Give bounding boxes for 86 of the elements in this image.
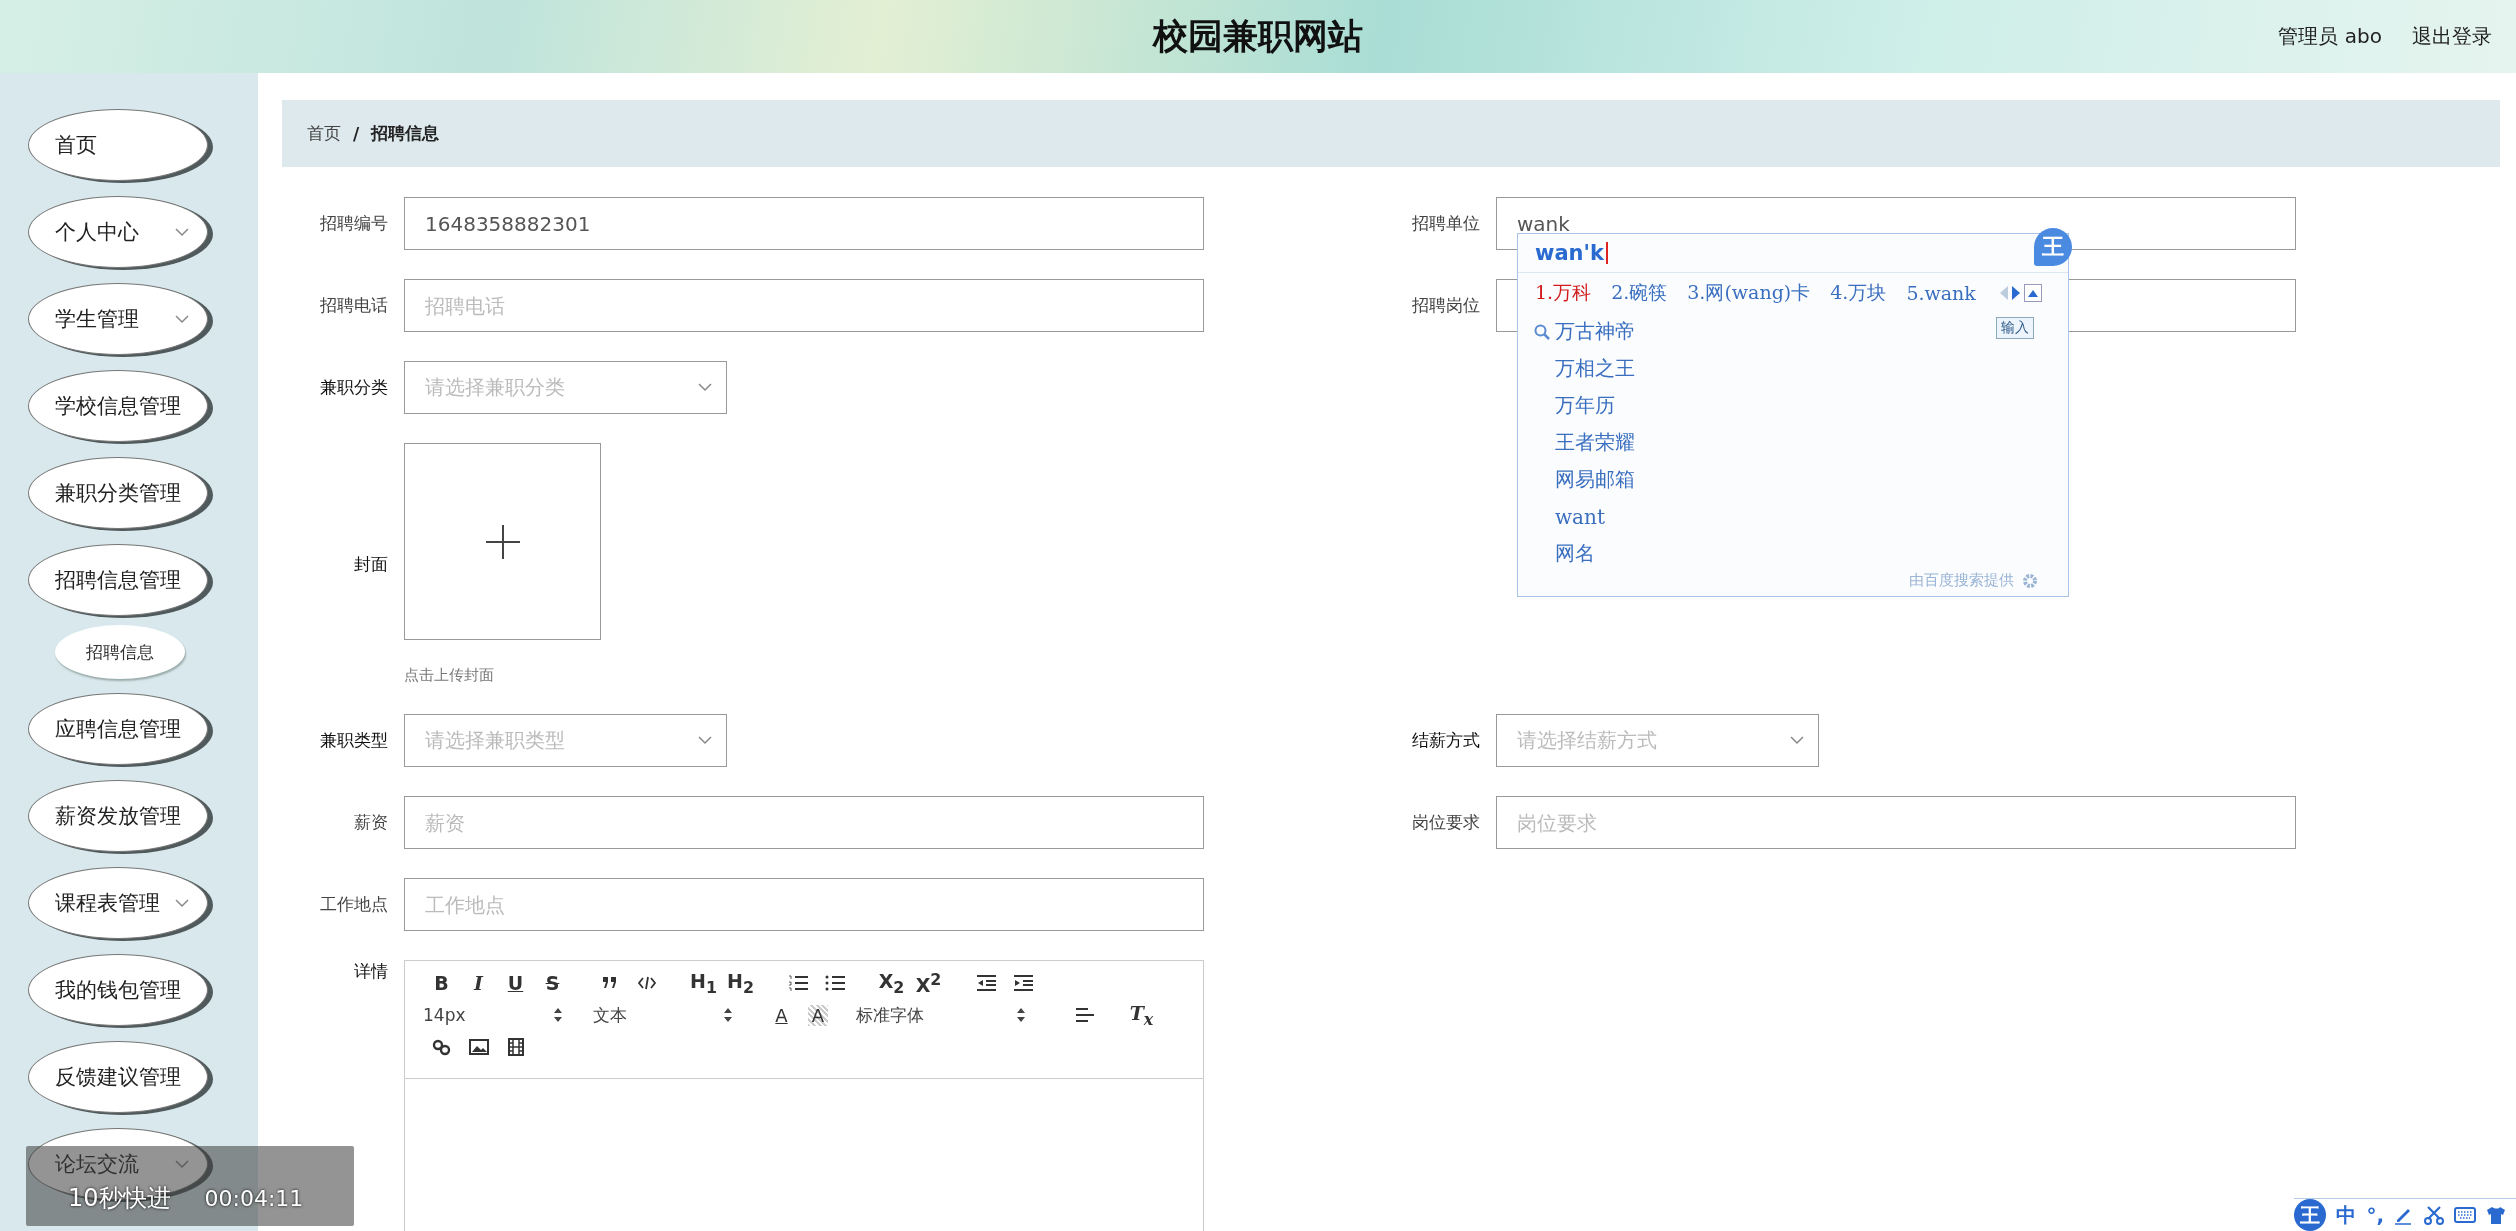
ime-suggestion[interactable]: 万古神帝 — [1555, 318, 1635, 345]
field-label: 封面 — [353, 552, 388, 576]
ime-candidate[interactable]: 1.万科 — [1535, 280, 1592, 306]
ime-candidate[interactable]: 3.网(wang)卡 — [1687, 280, 1811, 306]
chevron-down-icon — [175, 1160, 189, 1169]
film-icon[interactable] — [505, 1038, 526, 1056]
breadcrumb-separator: / — [353, 123, 360, 144]
heading-button[interactable]: H$_{2}$ — [722, 969, 759, 997]
outdent-icon[interactable] — [975, 974, 996, 992]
align-icon[interactable] — [1074, 1006, 1095, 1024]
field-label: 兼职类型 — [319, 729, 388, 752]
indent-icon[interactable] — [1012, 974, 1033, 992]
chevron-down-icon — [1790, 736, 1804, 745]
breadcrumb-link[interactable]: 首页 — [307, 122, 341, 145]
field-label: 薪资 — [353, 811, 388, 834]
numbered-list-icon[interactable] — [787, 974, 808, 992]
ime-suggestion[interactable]: 王者荣耀 — [1555, 429, 1635, 456]
ime-suggestion[interactable]: want — [1555, 504, 1605, 529]
clear-format-button[interactable]: T$_{x}$ — [1123, 1001, 1160, 1029]
format-button[interactable]: I — [460, 972, 497, 994]
format-button[interactable]: B — [423, 972, 460, 994]
sort-arrows-icon — [1016, 1007, 1026, 1023]
user-label: 管理员 abo — [2278, 23, 2382, 50]
bullet-list-icon[interactable] — [824, 974, 845, 992]
site-title: 校园兼职网站 — [1153, 15, 1363, 58]
code-icon[interactable] — [636, 974, 657, 992]
upload-hint: 点击上传封面 — [404, 666, 495, 685]
font-color-button[interactable]: A — [763, 1004, 800, 1026]
sort-arrows-icon — [723, 1007, 733, 1023]
ime-candidate[interactable]: 4.万块 — [1830, 280, 1887, 306]
search-icon — [1534, 324, 1550, 340]
sort-arrows-icon — [553, 1007, 563, 1023]
sidebar-subitem[interactable]: 招聘信息 — [55, 625, 185, 679]
field-label: 岗位要求 — [1411, 811, 1480, 834]
triangle-up-icon — [2027, 289, 2038, 297]
image-icon[interactable] — [468, 1038, 489, 1056]
format-button[interactable]: S — [534, 972, 571, 994]
chevron-down-icon — [175, 899, 189, 908]
text-input-field[interactable]: 岗位要求 — [1496, 796, 2296, 849]
text-input-field[interactable]: 招聘电话 — [404, 279, 1204, 332]
ime-suggestion[interactable]: 万相之王 — [1555, 355, 1635, 382]
chevron-down-icon — [175, 228, 189, 237]
field-label: 招聘编号 — [319, 212, 388, 235]
text-input-field[interactable]: 薪资 — [404, 796, 1204, 849]
font-family-select[interactable]: 标准字体 — [856, 1003, 1026, 1027]
logout-link[interactable]: 退出登录 — [2412, 23, 2492, 50]
heading-button[interactable]: H$_{1}$ — [685, 969, 722, 997]
input-mode-toggle[interactable]: 中 — [2336, 1201, 2357, 1229]
text-style-select[interactable]: 文本 — [593, 1003, 733, 1027]
punctuation-toggle[interactable]: °, — [2366, 1203, 2384, 1227]
format-button[interactable]: U — [497, 972, 534, 994]
breadcrumb-link[interactable]: 招聘信息 — [371, 122, 440, 145]
text-input-field[interactable]: 1648358882301 — [404, 197, 1204, 250]
ime-logo[interactable]: 王 — [2294, 1199, 2327, 1231]
ime-candidate[interactable]: 5.wank — [1906, 282, 1976, 304]
chevron-down-icon — [698, 736, 712, 745]
link-icon[interactable] — [431, 1038, 452, 1056]
shirt-icon[interactable] — [2486, 1206, 2506, 1224]
chevron-down-icon — [698, 383, 712, 392]
ime-candidate[interactable]: 2.碗筷 — [1611, 280, 1668, 306]
text-input-field[interactable]: 工作地点 — [404, 878, 1204, 931]
field-label: 招聘电话 — [319, 294, 388, 317]
field-label: 招聘单位 — [1411, 212, 1480, 235]
ime-suggestion[interactable]: 网名 — [1555, 540, 1595, 567]
ime-suggestion[interactable]: 网易邮箱 — [1555, 466, 1635, 493]
script-button[interactable]: X$_{2}$ — [873, 969, 910, 997]
chevron-down-icon — [175, 315, 189, 324]
collapse-button[interactable] — [2023, 284, 2042, 302]
next-page-icon[interactable] — [2011, 286, 2020, 300]
field-label: 兼职分类 — [319, 376, 388, 399]
background-color-button[interactable]: A — [808, 1004, 828, 1026]
keyboard-icon[interactable] — [2454, 1206, 2476, 1224]
script-button[interactable]: X$^{2}$ — [910, 969, 947, 997]
field-label: 结薪方式 — [1411, 729, 1480, 752]
field-label: 招聘岗位 — [1411, 294, 1480, 317]
ime-logo: 王 — [2034, 228, 2072, 266]
field-label: 工作地点 — [319, 893, 388, 916]
scissors-icon[interactable] — [2424, 1205, 2444, 1225]
rich-text-editor[interactable]: B I U S H$_{1}$ H$_{2}$ X$_{2}$ X$^{2}$ 14px 文本 A A 标准字体 T$_{x}$ — [404, 960, 1204, 1231]
ime-footer: 由百度搜索提供 — [1909, 571, 2014, 590]
font-size-select[interactable]: 14px — [423, 1005, 563, 1025]
field-label: 详情 — [353, 960, 388, 983]
ime-suggestion[interactable]: 万年历 — [1555, 392, 1615, 419]
upload-area[interactable] — [404, 443, 601, 640]
enter-button[interactable]: 输入 — [1996, 317, 2034, 339]
plus-icon — [485, 524, 520, 559]
